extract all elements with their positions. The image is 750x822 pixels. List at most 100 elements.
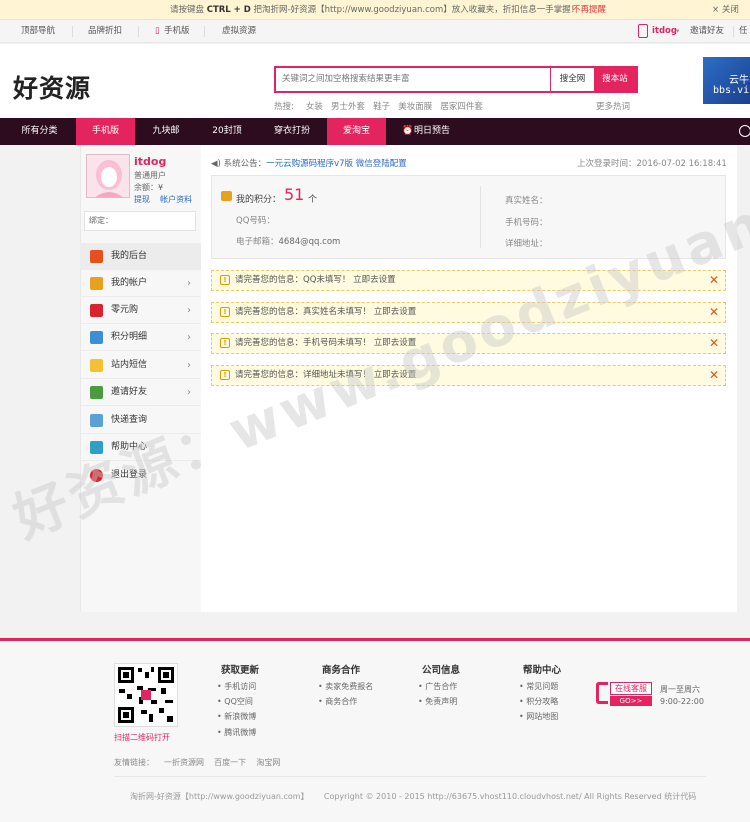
chevron-right-icon: › — [187, 387, 191, 398]
withdraw-link[interactable]: 提现 — [134, 195, 150, 204]
alert-settings-link[interactable]: 立即去设置 — [353, 275, 396, 285]
footer-link[interactable]: • 商务合作 — [318, 696, 357, 707]
footer-link[interactable]: • 腾讯微博 — [217, 727, 256, 738]
footer-link[interactable]: • 新浪微博 — [217, 711, 256, 722]
account-profile-link[interactable]: 帐户资料 — [160, 195, 192, 204]
friend-link[interactable]: 淘宝网 — [256, 758, 280, 767]
search-all-button[interactable]: 搜全网 — [550, 68, 594, 91]
close-icon[interactable]: ✕ — [709, 271, 719, 290]
footer-column-title: 帮助中心 — [523, 665, 562, 676]
qq-label: QQ号码： — [236, 216, 275, 226]
last-login-time: 上次登录时间：2016-07-02 16:18:41 — [577, 159, 727, 169]
hot-word-link[interactable]: 鞋子 — [373, 102, 390, 112]
close-icon[interactable]: ✕ — [709, 366, 719, 385]
envelope-icon — [90, 359, 103, 372]
close-icon[interactable]: ✕ — [709, 334, 719, 353]
category-nav-item[interactable]: 穿衣打扮 — [257, 118, 327, 145]
avatar-image — [87, 155, 129, 197]
footer-column-title: 商务合作 — [322, 665, 361, 676]
phone-label: 手机号码： — [505, 218, 548, 228]
sidebar-item-account[interactable]: 我的帐户 › — [80, 270, 201, 297]
footer-link[interactable]: • 手机访问 — [217, 681, 256, 692]
divider — [204, 26, 205, 37]
sidebar-item-dashboard[interactable]: 我的后台 — [80, 243, 201, 270]
hot-words-label: 热搜: — [274, 102, 294, 112]
top-nav-cut-item[interactable]: 任 — [739, 20, 748, 43]
profile-alert: ! 请完善您的信息：QQ未填写！ 立即去设置 ✕ — [211, 270, 726, 291]
help-book-icon — [90, 441, 103, 454]
invite-friends-link[interactable]: 邀请好友 — [690, 20, 724, 43]
qr-code — [114, 663, 178, 727]
points-value: 51 — [284, 185, 305, 204]
phone-icon — [596, 682, 608, 704]
sidebar-item-label: 我的后台 — [111, 251, 148, 261]
user-icon — [638, 24, 648, 38]
footer-link[interactable]: • 网站地图 — [519, 711, 558, 722]
top-nav-item[interactable]: 虚拟资源 — [222, 20, 256, 43]
footer-link[interactable]: • 广告合作 — [418, 681, 457, 692]
divider — [114, 776, 706, 777]
hot-word-link[interactable]: 美妆面膜 — [398, 102, 432, 112]
profile-alert: ! 请完善您的信息：手机号码未填写！ 立即去设置 ✕ — [211, 333, 726, 354]
friend-link[interactable]: 百度一下 — [214, 758, 246, 767]
home-icon — [90, 250, 103, 263]
hot-word-link[interactable]: 男士外套 — [331, 102, 365, 112]
alert-text: 请完善您的信息：详细地址未填写！ — [235, 370, 372, 380]
username: itdog — [134, 155, 167, 168]
alert-settings-link[interactable]: 立即去设置 — [374, 370, 417, 380]
notice-link[interactable]: 一元云购源码程序v7版 微信登陆配置 — [266, 159, 407, 169]
category-nav-item[interactable]: 爱淘宝 — [327, 118, 386, 145]
sidebar-item-express[interactable]: 快递查询 — [80, 407, 201, 434]
ad-text: bbs.vi — [713, 85, 750, 96]
sidebar-item-messages[interactable]: 站内短信 › — [80, 352, 201, 379]
online-service-button[interactable]: 在线客服 GO>> — [596, 682, 652, 706]
friend-link[interactable]: 一折资源网 — [164, 758, 204, 767]
alert-settings-link[interactable]: 立即去设置 — [374, 338, 417, 348]
ad-banner[interactable]: 云牛 bbs.vi — [703, 57, 750, 104]
footer-link[interactable]: • 卖家免费报名 — [318, 681, 373, 692]
close-tip-button[interactable]: × 关闭 — [712, 0, 739, 20]
footer-link[interactable]: • 常见问题 — [519, 681, 558, 692]
alert-settings-link[interactable]: 立即去设置 — [374, 307, 417, 317]
site-logo[interactable]: 好资源 — [13, 69, 91, 105]
top-nav-item[interactable]: 手机版 — [164, 20, 190, 43]
sidebar-item-label: 快递查询 — [111, 415, 148, 425]
footer-column-title: 公司信息 — [422, 665, 461, 676]
footer-link[interactable]: • 免责声明 — [418, 696, 457, 707]
warning-icon: ! — [220, 275, 230, 285]
alert-text: 请完善您的信息：手机号码未填写！ — [235, 338, 372, 348]
category-nav-item[interactable]: 明日预告 — [414, 118, 458, 145]
hot-words: 热搜: 女装 男士外套 鞋子 美妆面膜 居家四件套 — [274, 100, 483, 112]
category-nav-item[interactable]: 所有分类 — [0, 118, 79, 145]
sidebar-item-points[interactable]: 积分明细 › — [80, 324, 201, 351]
system-notice: ◀) 系统公告：一元云购源码程序v7版 微信登陆配置 — [211, 159, 407, 169]
bind-field[interactable]: 绑定： — [84, 211, 196, 231]
search-site-button[interactable]: 搜本站 — [594, 68, 636, 91]
user-menu[interactable]: itdog — [652, 20, 677, 43]
warning-icon: ! — [220, 307, 230, 317]
more-hot-words-link[interactable]: 更多热词 — [596, 100, 630, 112]
footer-link[interactable]: • QQ空间 — [217, 696, 253, 707]
top-nav-item[interactable]: 品牌折扣 — [88, 20, 122, 43]
settings-icon[interactable] — [739, 125, 750, 137]
avatar[interactable] — [86, 154, 130, 198]
sidebar-item-help[interactable]: 帮助中心 — [80, 434, 201, 461]
user-role: 普通用户 — [134, 171, 166, 180]
category-nav-item[interactable]: 手机版 — [76, 118, 135, 145]
hot-word-link[interactable]: 居家四件套 — [440, 102, 483, 112]
close-icon[interactable]: ✕ — [709, 303, 719, 322]
category-nav-item[interactable]: 九块邮 — [135, 118, 197, 145]
sidebar-item-logout[interactable]: 退出登录 — [80, 462, 201, 489]
profile-alert: ! 请完善您的信息：详细地址未填写！ 立即去设置 ✕ — [211, 365, 726, 386]
sidebar-item-label: 站内短信 — [111, 360, 148, 370]
footer-link[interactable]: • 积分攻略 — [519, 696, 558, 707]
sidebar-item-zero-buy[interactable]: 零元购 › — [80, 297, 201, 324]
sidebar-item-invite[interactable]: 邀请好友 › — [80, 379, 201, 406]
category-nav-item[interactable]: 20封顶 — [197, 118, 257, 145]
user-balance: 余额：¥ — [134, 183, 164, 192]
search-input[interactable]: 关键词之间加空格搜索结果更丰富 — [282, 68, 410, 91]
hot-word-link[interactable]: 女装 — [306, 102, 323, 112]
no-more-remind-link[interactable]: 不再提醒 — [572, 0, 606, 20]
top-nav-item[interactable]: 顶部导航 — [21, 20, 55, 43]
profile-alert: ! 请完善您的信息：真实姓名未填写！ 立即去设置 ✕ — [211, 302, 726, 323]
